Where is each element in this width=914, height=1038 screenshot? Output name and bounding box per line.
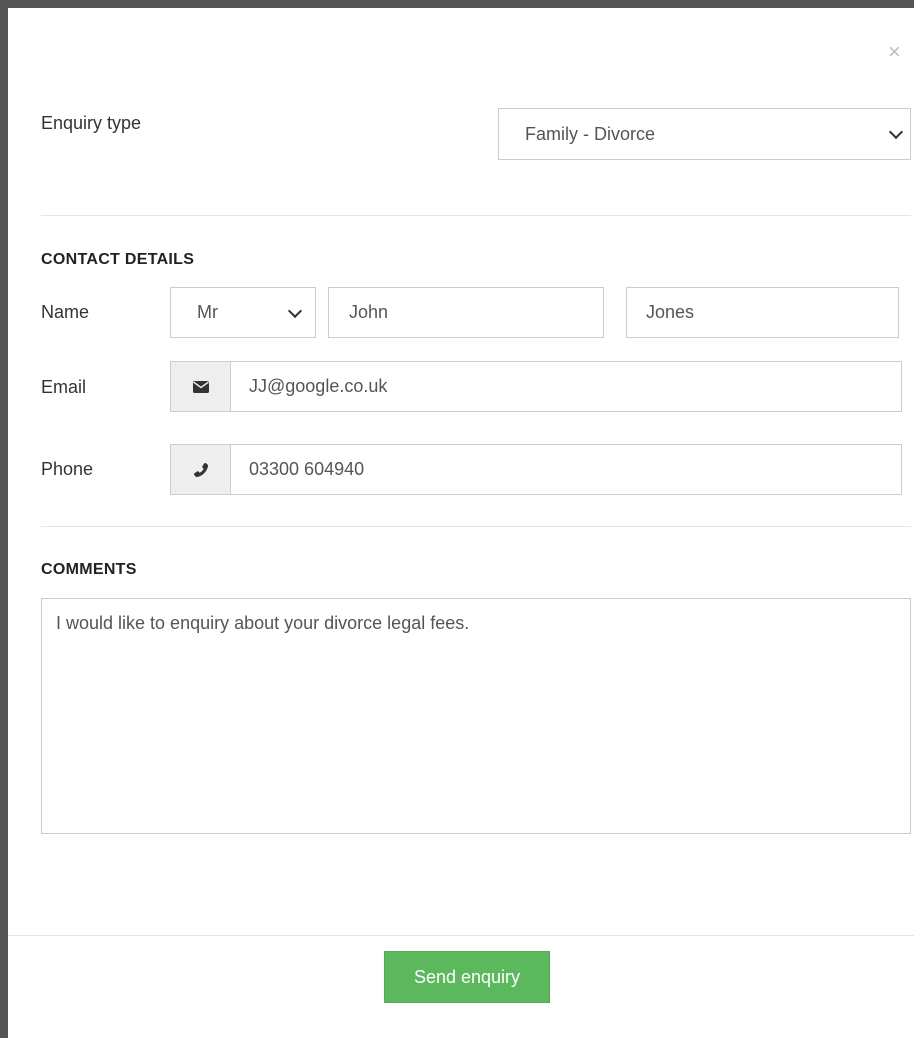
title-select[interactable]: Mr	[170, 287, 316, 338]
enquiry-modal: × Enquiry type Family - Divorce CONTACT …	[0, 0, 914, 1038]
last-name-input[interactable]: Jones	[626, 287, 899, 338]
email-label: Email	[41, 377, 87, 397]
send-enquiry-button[interactable]: Send enquiry	[384, 951, 550, 1003]
email-value: JJ@google.co.uk	[249, 376, 388, 396]
last-name-value: Jones	[646, 302, 695, 322]
enquiry-type-value: Family - Divorce	[525, 123, 656, 144]
phone-label: Phone	[41, 459, 94, 479]
enquiry-type-label: Enquiry type	[41, 113, 142, 133]
chevron-down-icon	[287, 303, 303, 318]
divider	[41, 215, 911, 216]
enquiry-type-select[interactable]: Family - Divorce	[498, 108, 911, 160]
name-label: Name	[41, 302, 90, 322]
comments-value: I would like to enquiry about your divor…	[56, 613, 470, 633]
envelope-icon	[170, 361, 231, 412]
email-input[interactable]: JJ@google.co.uk	[230, 361, 902, 412]
footer-divider	[8, 935, 914, 936]
phone-input[interactable]: 03300 604940	[230, 444, 902, 495]
divider	[41, 526, 911, 527]
chevron-down-icon	[888, 124, 904, 140]
title-value: Mr	[197, 302, 218, 322]
contact-details-heading: CONTACT DETAILS	[41, 251, 195, 268]
phone-icon	[170, 444, 231, 495]
comments-textarea[interactable]: I would like to enquiry about your divor…	[41, 598, 911, 834]
phone-value: 03300 604940	[249, 459, 365, 479]
first-name-value: John	[349, 302, 389, 322]
comments-heading: COMMENTS	[41, 561, 137, 578]
close-icon[interactable]: ×	[888, 41, 901, 63]
first-name-input[interactable]: John	[328, 287, 604, 338]
